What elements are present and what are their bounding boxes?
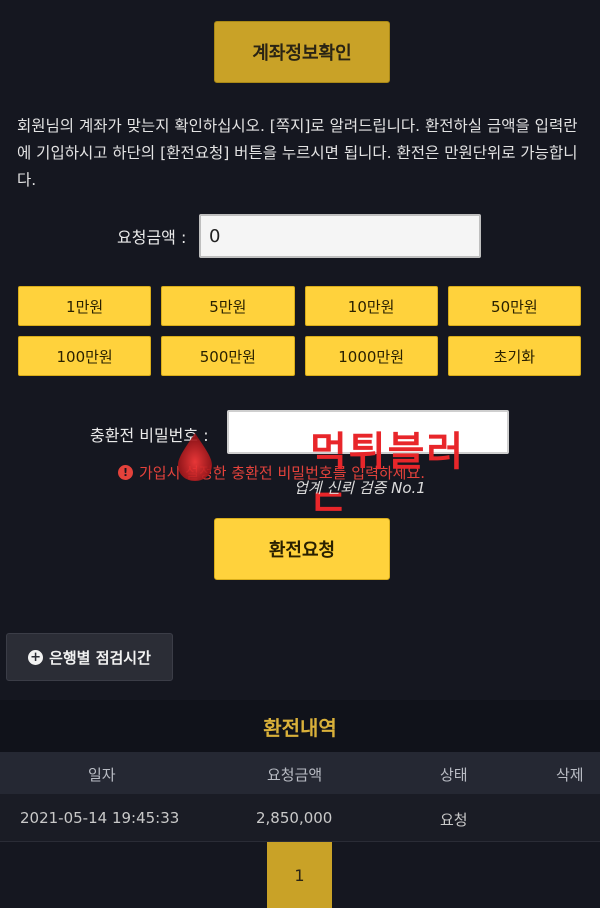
bank-maintenance-button[interactable]: + 은행별 점검시간 bbox=[6, 633, 173, 681]
amount-button-10m[interactable]: 1000만원 bbox=[304, 336, 438, 376]
amount-button-500k[interactable]: 50만원 bbox=[447, 286, 581, 326]
pagination: 1 bbox=[0, 842, 600, 908]
amount-button-grid: 1만원 5만원 10만원 50만원 100만원 500만원 1000만원 초기화 bbox=[18, 286, 581, 376]
amount-button-1m[interactable]: 100만원 bbox=[18, 336, 152, 376]
row-status: 요청 bbox=[440, 811, 468, 829]
amount-button-50k[interactable]: 5만원 bbox=[161, 286, 295, 326]
row-date: 2021-05-14 19:45:33 bbox=[20, 809, 180, 827]
table-row: 2021-05-14 19:45:33 2,850,000 요청 bbox=[0, 794, 600, 842]
amount-button-10k[interactable]: 1만원 bbox=[18, 286, 152, 326]
password-input[interactable] bbox=[227, 410, 509, 454]
amount-input[interactable] bbox=[199, 214, 481, 258]
amount-button-5m[interactable]: 500만원 bbox=[161, 336, 295, 376]
notice-text: 회원님의 계좌가 맞는지 확인하십시오. [쪽지]로 알려드립니다. 환전하실 … bbox=[17, 117, 578, 189]
row-amount: 2,850,000 bbox=[256, 809, 333, 827]
column-date: 일자 bbox=[88, 766, 116, 784]
amount-label: 요청금액 : bbox=[117, 228, 187, 247]
withdraw-request-button[interactable]: 환전요청 bbox=[214, 518, 390, 580]
column-status: 상태 bbox=[440, 766, 468, 784]
column-amount: 요청금액 bbox=[267, 766, 323, 784]
plus-circle-icon: + bbox=[28, 649, 44, 665]
password-label: 충환전 비밀번호 : bbox=[90, 426, 209, 445]
history-title: 환전내역 bbox=[0, 700, 600, 752]
account-info-button[interactable]: 계좌정보확인 bbox=[214, 21, 390, 83]
amount-button-100k[interactable]: 10만원 bbox=[304, 286, 438, 326]
bank-maintenance-label: 은행별 점검시간 bbox=[49, 648, 151, 667]
history-table-header: 일자 요청금액 상태 삭제 bbox=[0, 752, 600, 794]
password-warning-text: 가입시 설정한 충환전 비밀번호를 입력하세요. bbox=[139, 464, 426, 482]
password-warning: ! 가입시 설정한 충환전 비밀번호를 입력하세요. bbox=[118, 462, 425, 483]
info-icon: ! bbox=[118, 465, 133, 480]
page-button-current[interactable]: 1 bbox=[267, 842, 332, 908]
column-delete: 삭제 bbox=[556, 766, 584, 784]
reset-button[interactable]: 초기화 bbox=[447, 336, 581, 376]
